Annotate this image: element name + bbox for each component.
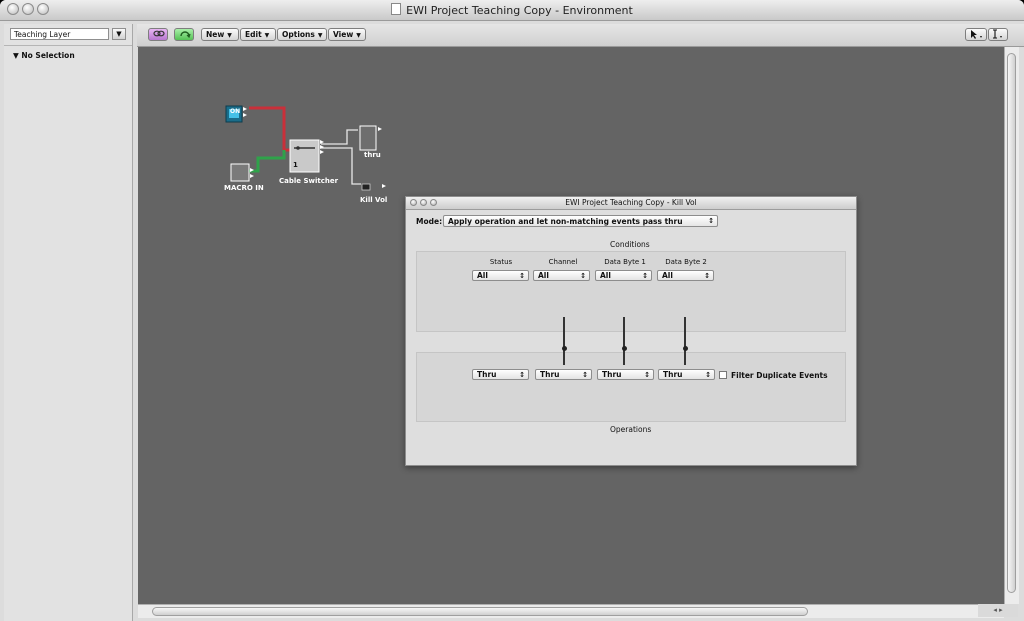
filter-duplicate-events-label[interactable]: Filter Duplicate Events [731,371,828,380]
green-cable [249,150,286,173]
layer-menu-arrow-icon[interactable]: ▼ [112,28,126,40]
kill-vol-transformer-window: EWI Project Teaching Copy - Kill Vol Mod… [405,196,857,466]
data-byte-2-condition-value: All [662,271,673,280]
view-menu-label: View [333,30,354,39]
data-byte-2-slider-knob[interactable] [682,346,688,351]
new-menu[interactable]: New ▼ [201,28,239,41]
status-condition-value: All [477,271,488,280]
toolbar: New ▼ Edit ▼ Options ▼ View ▼ [137,24,1024,47]
updown-arrows-icon: ↕ [708,217,714,225]
no-selection-label[interactable]: ▼ No Selection [13,51,75,60]
channel-operation-value: Thru [540,370,560,379]
catch-icon [180,31,191,39]
title-bar[interactable]: EWI Project Teaching Copy - Environment [0,0,1024,21]
chevron-down-icon: ▼ [317,32,323,39]
updown-arrows-icon: ↕ [580,272,586,280]
chevron-down-icon: ▼ [356,32,361,39]
data-byte-1-operation-value: Thru [602,370,622,379]
dialog-zoom-button[interactable] [430,199,437,206]
data-byte-1-operation-select[interactable]: Thru ↕ [597,369,654,380]
on-badge[interactable]: ON [230,108,240,115]
dialog-close-button[interactable] [410,199,417,206]
text-cursor-icon [993,29,1002,39]
mode-value: Apply operation and let non-matching eve… [448,217,683,226]
cable-switcher-value: 1 [293,161,298,169]
new-menu-label: New [206,30,225,39]
options-menu-label: Options [282,30,315,39]
updown-arrows-icon: ↕ [519,371,525,379]
data-byte-1-column-label: Data Byte 1 [604,258,646,266]
vertical-scroll-thumb[interactable] [1007,53,1016,593]
view-menu[interactable]: View ▼ [328,28,366,41]
filter-duplicate-events-checkbox[interactable] [719,371,727,379]
status-operation-value: Thru [477,370,497,379]
channel-column-label: Channel [548,258,578,266]
edit-menu-label: Edit [245,30,262,39]
kill-vol-object [361,183,371,191]
data-byte-2-slider[interactable] [684,317,686,365]
scroll-arrows[interactable]: ◂ ▸ [978,604,1018,617]
chevron-down-icon: ▼ [264,32,270,39]
conditions-title: Conditions [610,240,650,249]
channel-slider[interactable] [563,317,565,365]
red-cable [249,106,292,152]
data-byte-2-operation-value: Thru [663,370,683,379]
dialog-title-bar[interactable]: EWI Project Teaching Copy - Kill Vol [406,197,856,210]
status-column-label: Status [489,258,513,266]
pointer-tool-button[interactable] [965,28,987,41]
dialog-title: EWI Project Teaching Copy - Kill Vol [565,198,697,207]
layer-select[interactable]: Teaching Layer [10,28,109,40]
mode-select[interactable]: Apply operation and let non-matching eve… [443,215,718,227]
data-byte-1-condition-value: All [600,271,611,280]
data-byte-1-condition-select[interactable]: All ↕ [595,270,652,281]
text-tool-button[interactable] [988,28,1008,41]
data-byte-2-operation-select[interactable]: Thru ↕ [658,369,715,380]
cable-switcher-label[interactable]: Cable Switcher [279,177,338,185]
data-byte-2-column-label: Data Byte 2 [665,258,707,266]
environment-window: EWI Project Teaching Copy - Environment … [0,0,1024,621]
operations-panel [416,352,846,422]
kill-vol-label[interactable]: Kill Vol [360,196,387,204]
white-cable-thru [321,129,358,145]
updown-arrows-icon: ↕ [644,371,650,379]
options-menu[interactable]: Options ▼ [277,28,327,41]
channel-condition-value: All [538,271,549,280]
macro-in-label[interactable]: MACRO IN [224,184,264,192]
updown-arrows-icon: ↕ [704,272,710,280]
document-icon [391,3,402,15]
inspector-sidebar: Teaching Layer ▼ ▼ No Selection [4,24,133,621]
vertical-scrollbar[interactable] [1004,47,1019,604]
link-icon [153,30,165,37]
status-operation-select[interactable]: Thru ↕ [472,369,529,380]
sidebar-divider [4,45,132,46]
data-byte-2-condition-select[interactable]: All ↕ [657,270,714,281]
status-condition-select[interactable]: All ↕ [472,270,529,281]
operations-title: Operations [610,425,652,434]
link-button[interactable] [148,28,168,41]
updown-arrows-icon: ↕ [642,272,648,280]
chevron-down-icon: ▼ [227,32,232,39]
data-byte-1-slider-knob[interactable] [621,346,627,351]
macro-in-object [230,163,250,182]
mode-label: Mode: [416,217,443,226]
updown-arrows-icon: ↕ [705,371,711,379]
dialog-minimize-button[interactable] [420,199,427,206]
window-title-text: EWI Project Teaching Copy - Environment [406,4,633,17]
horizontal-scrollbar[interactable] [138,604,1004,618]
channel-slider-knob[interactable] [561,346,567,351]
updown-arrows-icon: ↕ [582,371,588,379]
catch-button[interactable] [174,28,194,41]
data-byte-1-slider[interactable] [623,317,625,365]
pointer-tool-icon [971,30,982,39]
updown-arrows-icon: ↕ [519,272,525,280]
window-title: EWI Project Teaching Copy - Environment [0,3,1024,17]
channel-condition-select[interactable]: All ↕ [533,270,590,281]
channel-operation-select[interactable]: Thru ↕ [535,369,592,380]
thru-object [359,125,377,151]
edit-menu[interactable]: Edit ▼ [240,28,276,41]
thru-label[interactable]: thru [364,151,381,159]
horizontal-scroll-thumb[interactable] [152,607,808,616]
